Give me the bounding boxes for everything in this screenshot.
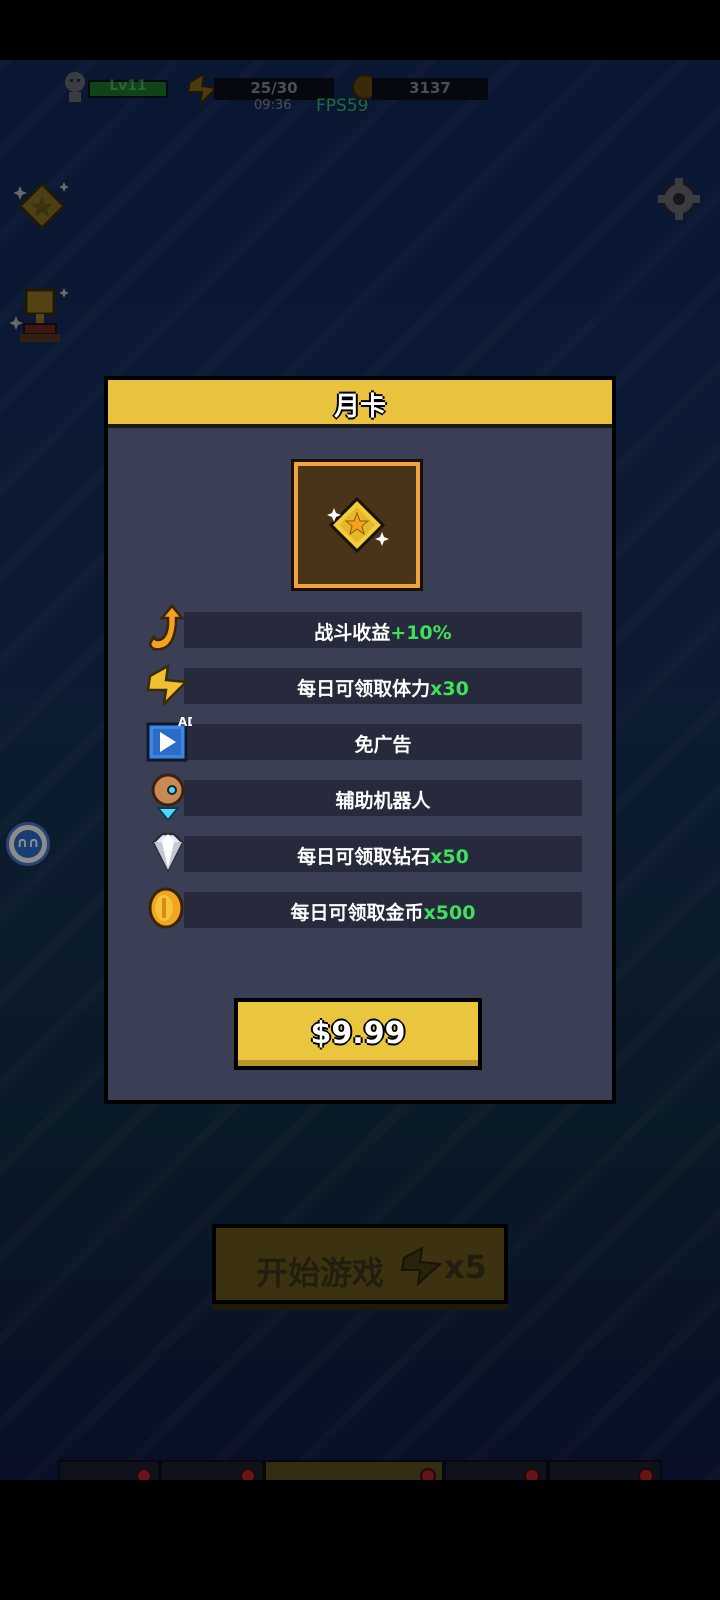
- modal-header: 月卡: [108, 380, 612, 428]
- benefit-text: 每日可领取体力x30: [297, 678, 469, 700]
- benefit-row-combat-income: 战斗收益+10%: [144, 604, 584, 654]
- benefit-row-daily-gold: 每日可领取金币x500: [144, 884, 584, 934]
- benefit-row-daily-diamonds: 每日可领取钻石x50: [144, 828, 584, 878]
- benefit-row-no-ads: AD 免广告: [144, 716, 584, 766]
- svg-text:AD: AD: [178, 716, 192, 729]
- benefit-text: 每日可领取金币x500: [290, 902, 476, 924]
- price-label: $9.99: [310, 1016, 406, 1051]
- modal-title: 月卡: [333, 392, 386, 422]
- benefit-row-daily-energy: 每日可领取体力x30: [144, 660, 584, 710]
- benefit-text: 战斗收益+10%: [314, 622, 452, 644]
- monthly-card-modal: 月卡 战斗收益+10% 每日可领取体力x30 AD: [104, 376, 616, 1104]
- monthly-card-ticket-icon: [327, 496, 389, 554]
- purchase-button[interactable]: $9.99: [234, 998, 482, 1070]
- monthly-card-image-frame: [294, 462, 420, 588]
- benefit-row-robot: 辅助机器人: [144, 772, 584, 822]
- benefit-text: 免广告: [354, 734, 412, 756]
- benefit-text: 辅助机器人: [335, 790, 431, 812]
- benefit-text: 每日可领取钻石x50: [297, 846, 469, 868]
